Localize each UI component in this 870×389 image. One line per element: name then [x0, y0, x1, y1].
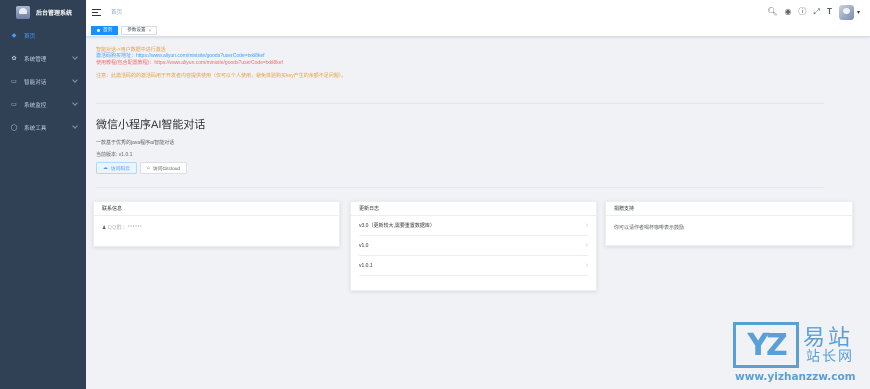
card-header: 联系信息	[94, 202, 339, 216]
sidebar-item-label: 系统工具	[24, 125, 47, 132]
card-header: 捐赠支持	[606, 202, 852, 216]
question-icon[interactable]: ⓘ	[798, 8, 806, 16]
tag-label: 首页	[103, 27, 113, 32]
sidebar-item-tools[interactable]: ◯ 系统工具	[0, 116, 86, 139]
watermark-logo: YZ 易站 站长网 www.yizhanzzw.com	[733, 322, 866, 385]
sidebar-item-label: 首页	[24, 33, 36, 40]
card-body: ♟ QQ群：******	[94, 216, 339, 239]
chevron-down-icon	[72, 123, 78, 129]
fullscreen-icon[interactable]: ⤢	[813, 8, 819, 16]
logo-icon	[16, 5, 30, 19]
sidebar-item-label: 系统监控	[24, 102, 47, 109]
version-text: 当前版本: v1.0.1	[96, 152, 133, 158]
visit-gitee-button[interactable]: ☁ 访问码云	[96, 162, 137, 174]
sidebar-logo[interactable]: 后台管理系统	[0, 0, 86, 24]
sidebar-item-label: 系统管理	[24, 56, 47, 63]
app-root: 后台管理系统 ◆ 首页 ✿ 系统管理 ▭ 智能对话 ▭ 系统监控 ◯ 系统工具 …	[0, 0, 870, 389]
avatar[interactable]	[838, 4, 854, 20]
notice-block: 智能对话->用户数据中进行激活 激活码购买地址：https://www.aliy…	[96, 47, 810, 79]
chevron-right-icon: ›	[585, 262, 588, 269]
button-label: 访问码云	[110, 166, 130, 172]
app-title: 后台管理系统	[36, 10, 73, 17]
chat-icon: ▭	[11, 79, 17, 85]
collapse-title: v3.0（更新较大,需要重置数据库）	[359, 223, 435, 229]
chevron-down-icon	[72, 100, 78, 106]
tags-view: 首页 参数设置 ×	[86, 24, 870, 37]
user-icon: ♟	[102, 225, 107, 231]
caret-down-icon[interactable]: ▾	[857, 9, 860, 16]
top-navbar: 首页 🔍︎ ◉ ⓘ ⤢ 𝐓 ▾	[86, 0, 870, 24]
collapse-item[interactable]: v1.0.1 ›	[359, 256, 588, 276]
github-icon[interactable]: ◉	[784, 8, 791, 16]
chevron-down-icon	[72, 77, 78, 83]
sidebar-item-home[interactable]: ◆ 首页	[0, 24, 86, 47]
tag-params[interactable]: 参数设置 ×	[121, 25, 158, 35]
chevron-down-icon	[72, 54, 78, 60]
collapse-title: v1.0.1	[359, 262, 373, 269]
sidebar-item-label: 智能对话	[24, 79, 47, 86]
search-icon[interactable]: 🔍︎	[767, 8, 777, 16]
notice-warning: 注意：此激活码的的激活码用于开发者内容提供使用（仅可以个人使用，避免体验购买ke…	[96, 72, 347, 79]
gear-icon: ✿	[11, 56, 17, 62]
watermark-url: www.yizhanzzw.com	[735, 371, 856, 383]
tag-home[interactable]: 首页	[91, 25, 119, 35]
chevron-right-icon: ›	[585, 222, 588, 229]
sidebar-item-chat[interactable]: ▭ 智能对话	[0, 70, 86, 93]
visit-gitcloud-button[interactable]: ⌂ 访问Gitcloud	[140, 162, 188, 174]
home-icon: ⌂	[147, 165, 150, 171]
watermark-small-text: 站长网	[806, 349, 854, 365]
sidebar-item-monitor[interactable]: ▭ 系统监控	[0, 93, 86, 116]
breadcrumb[interactable]: 首页	[111, 8, 122, 16]
changelog-card: 更新日志 v3.0（更新较大,需要重置数据库） › v1.0 › v1.0.1 …	[350, 201, 597, 291]
contact-info: QQ群：******	[107, 225, 143, 231]
donate-card: 捐赠支持 你可以请作者喝杯咖啡表示鼓励	[605, 201, 853, 246]
watermark-yz: YZ	[747, 327, 788, 363]
hamburger-icon[interactable]	[92, 8, 101, 17]
collapse-item[interactable]: v1.0 ›	[359, 236, 588, 256]
notice-link[interactable]: 使用教程(包含配置教程)：https://www.aliyun.com/mini…	[96, 60, 810, 66]
card-header: 更新日志	[351, 202, 596, 216]
dashboard-icon: ◆	[11, 33, 17, 39]
collapse-item[interactable]: v3.0（更新较大,需要重置数据库） ›	[359, 216, 588, 236]
sidebar-item-system[interactable]: ✿ 系统管理	[0, 47, 86, 70]
tool-icon: ◯	[10, 125, 18, 131]
button-label: 访问Gitcloud	[152, 166, 181, 172]
chevron-right-icon: ›	[585, 242, 588, 249]
right-menu: 🔍︎ ◉ ⓘ ⤢ 𝐓 ▾	[767, 4, 860, 20]
divider	[96, 103, 824, 104]
page-title: 微信小程序AI智能对话	[96, 119, 206, 131]
intro-description: 一款基于优秀的java程序ai智能对话	[96, 140, 175, 146]
close-icon[interactable]: ×	[149, 28, 152, 33]
watermark-box: YZ	[733, 322, 799, 368]
font-size-icon[interactable]: 𝐓	[827, 8, 832, 16]
tag-label: 参数设置	[127, 27, 146, 32]
cloud-icon: ☁	[103, 165, 108, 171]
sidebar: 后台管理系统 ◆ 首页 ✿ 系统管理 ▭ 智能对话 ▭ 系统监控 ◯ 系统工具	[0, 0, 86, 389]
divider	[96, 187, 824, 188]
collapse-title: v1.0	[359, 242, 369, 249]
monitor-icon: ▭	[11, 102, 17, 108]
card-body: 你可以请作者喝杯咖啡表示鼓励	[614, 225, 685, 231]
active-dot-icon	[97, 28, 100, 32]
contact-card: 联系信息 ♟ QQ群：******	[93, 201, 340, 247]
